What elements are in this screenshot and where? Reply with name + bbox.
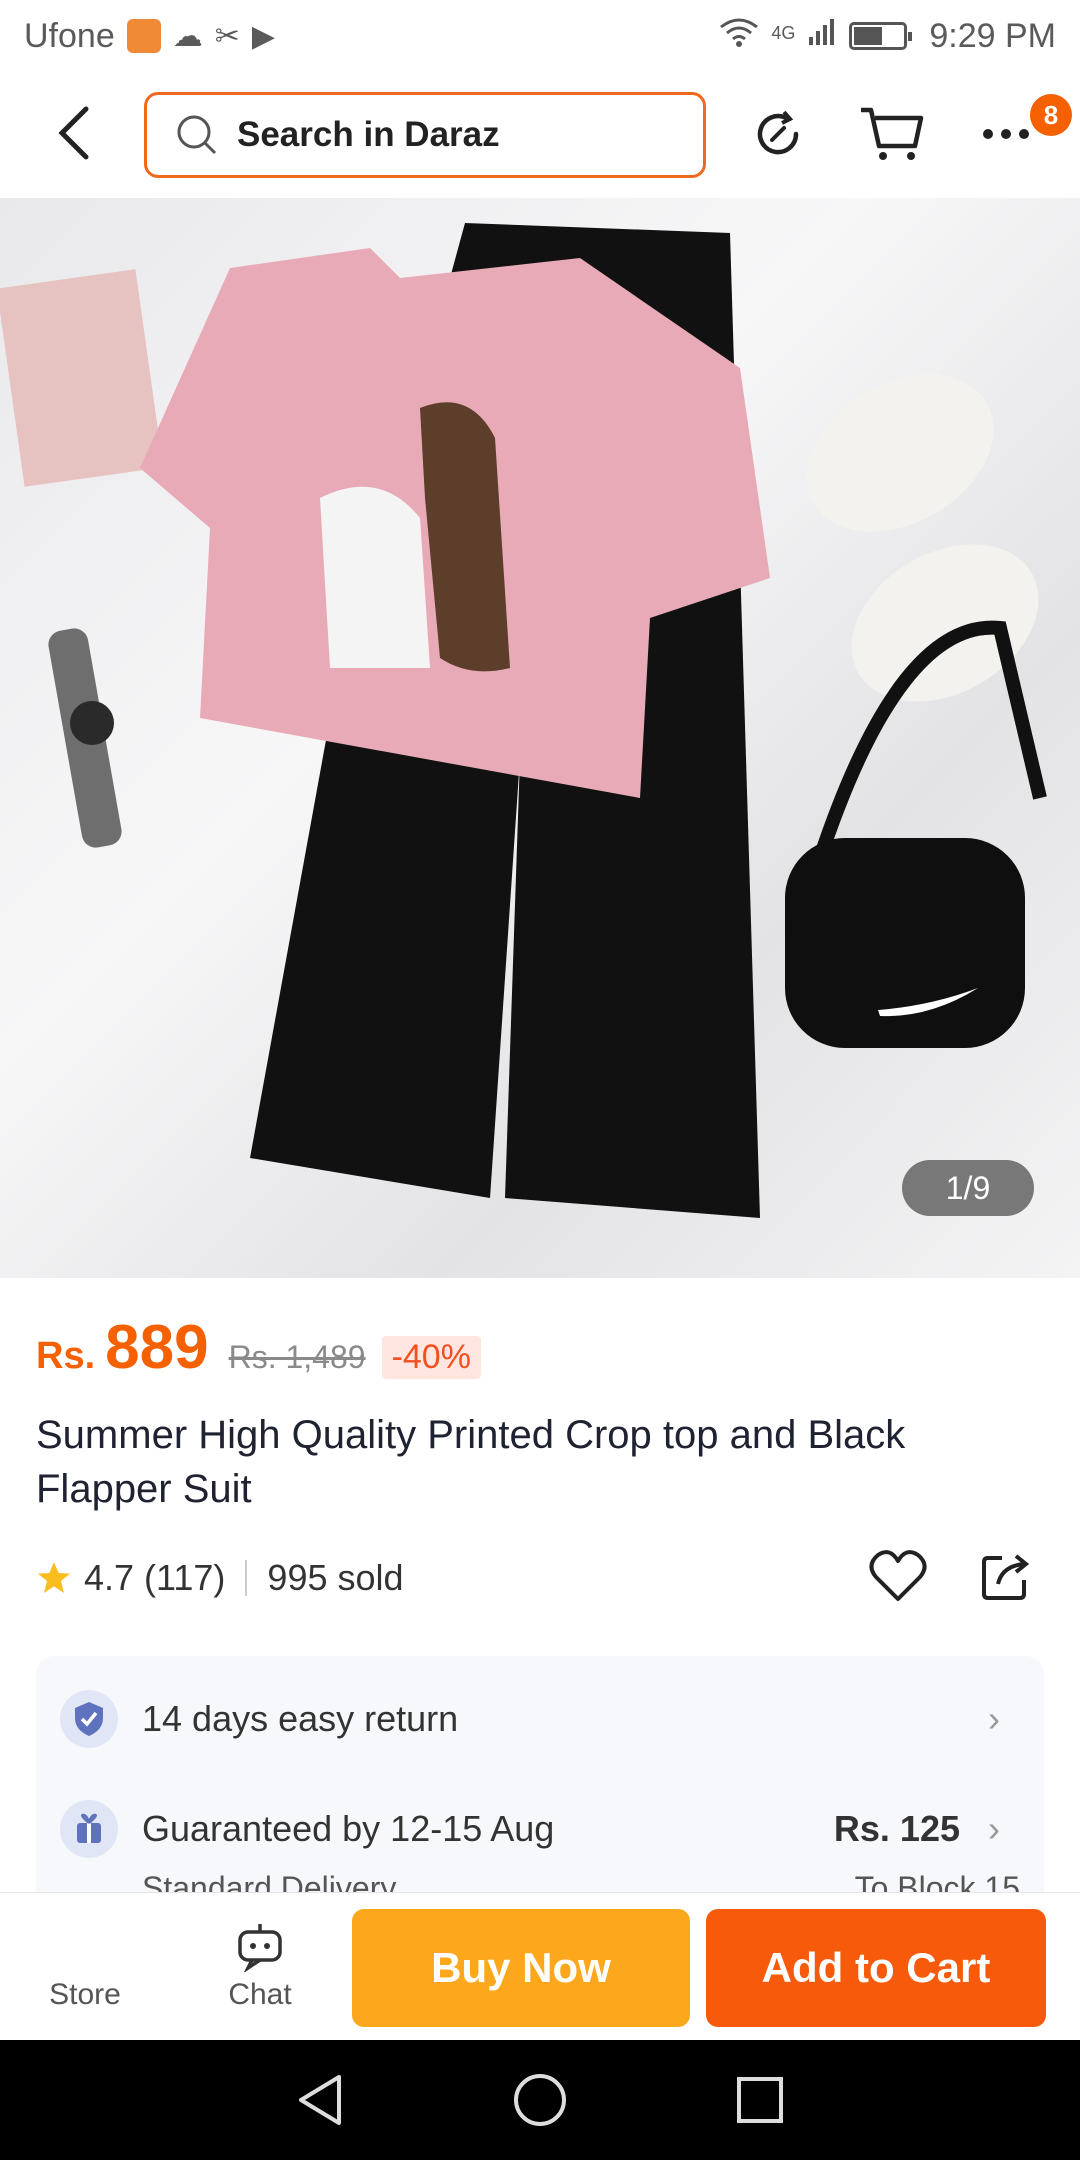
current-price: 889 <box>105 1313 209 1382</box>
more-icon <box>983 129 1029 139</box>
chat-label: Chat <box>228 1978 292 2011</box>
chevron-right-icon: › <box>988 1698 1000 1739</box>
chevron-right-icon: › <box>988 1808 1000 1849</box>
store-button[interactable]: Store <box>30 1893 140 2041</box>
sold-count: 995 sold <box>267 1557 404 1598</box>
nav-recents-icon <box>737 2077 783 2123</box>
status-right: 4G 9:29 PM <box>719 17 1056 56</box>
product-title: Summer High Quality Printed Crop top and… <box>36 1413 906 1511</box>
nav-recents-button[interactable] <box>720 2060 800 2140</box>
share-button[interactable] <box>972 1542 1040 1610</box>
add-to-cart-button[interactable]: Add to Cart <box>706 1909 1046 2027</box>
missed-call-icon: ✂ <box>214 19 240 53</box>
gift-icon <box>60 1800 118 1858</box>
back-arrow-icon <box>58 106 89 160</box>
chat-button[interactable]: Chat <box>200 1893 320 2041</box>
divider <box>245 1560 248 1596</box>
buy-now-button[interactable]: Buy Now <box>352 1909 690 2027</box>
cloud-icon: ☁ <box>172 19 203 53</box>
nav-back-button[interactable] <box>280 2060 360 2140</box>
nav-home-icon <box>514 2074 566 2126</box>
note-card <box>0 269 164 487</box>
sneaker-right <box>851 544 1039 702</box>
product-image[interactable] <box>0 198 1080 1278</box>
sneaker-left <box>806 374 994 532</box>
network-type: 4G <box>771 22 796 43</box>
search-input[interactable]: Search in Daraz <box>144 92 706 178</box>
carrier-name: Ufone <box>24 16 115 55</box>
delivery-date-text: Guaranteed by 12-15 Aug <box>142 1808 555 1849</box>
share-icon <box>982 1554 1030 1600</box>
rating-value: 4.7 (117) <box>84 1557 226 1598</box>
history-icon <box>757 110 799 155</box>
search-icon <box>177 115 217 155</box>
price-currency: Rs. <box>36 1335 96 1377</box>
bottom-action-bar: Store Chat Buy Now Add to Cart <box>0 1892 1080 2040</box>
cart-button[interactable] <box>856 96 928 172</box>
store-label: Store <box>49 1978 121 2011</box>
status-left: Ufone ☁ ✂ ▶ <box>24 17 275 56</box>
heart-icon <box>869 1550 927 1601</box>
image-page-indicator: 1/9 <box>902 1160 1034 1216</box>
service-info-card: 14 days easy return › Guaranteed by 12-1… <box>36 1656 1044 1906</box>
search-placeholder: Search in Daraz <box>237 115 500 154</box>
shield-check-icon <box>60 1690 118 1748</box>
cart-count-badge: 8 <box>1030 94 1072 136</box>
nav-back-icon <box>299 2075 341 2125</box>
wishlist-button[interactable] <box>864 1542 932 1610</box>
status-bar: Ufone ☁ ✂ ▶ 4G 9:29 PM <box>0 0 1080 72</box>
carrier-app-icon <box>126 19 161 53</box>
history-button[interactable] <box>742 96 814 172</box>
return-policy-row[interactable]: 14 days easy return › <box>60 1690 1020 1748</box>
rating-row[interactable]: 4.7 (117) 995 sold <box>36 1548 404 1608</box>
youtube-icon: ▶ <box>251 19 275 53</box>
print-shirt <box>320 486 430 668</box>
delivery-price: Rs. 125 <box>833 1808 960 1849</box>
wifi-icon <box>719 17 759 55</box>
nav-home-button[interactable] <box>500 2060 580 2140</box>
delivery-row[interactable]: Guaranteed by 12-15 Aug Rs. 125 › <box>60 1800 1020 1858</box>
top-header: Search in Daraz <box>0 72 1080 196</box>
star-icon <box>38 1562 70 1593</box>
product-photo <box>0 223 1047 1218</box>
battery-icon <box>849 22 913 50</box>
original-price: Rs. 1,489 <box>228 1339 366 1375</box>
return-policy-text: 14 days easy return <box>142 1698 459 1739</box>
discount-badge: -40% <box>381 1336 481 1379</box>
signal-icon <box>807 17 837 55</box>
system-nav-bar <box>0 2040 1080 2160</box>
black-bag <box>785 838 1025 1048</box>
back-button[interactable] <box>44 98 104 168</box>
app-root: Ufone ☁ ✂ ▶ 4G 9:29 PM Search in Daraz 8… <box>0 0 1080 2160</box>
cart-icon <box>861 107 924 160</box>
chat-icon <box>238 1924 282 1972</box>
price-row: Rs. 889 Rs. 1,489 -40% <box>36 1312 481 1392</box>
clock: 9:29 PM <box>929 16 1056 55</box>
